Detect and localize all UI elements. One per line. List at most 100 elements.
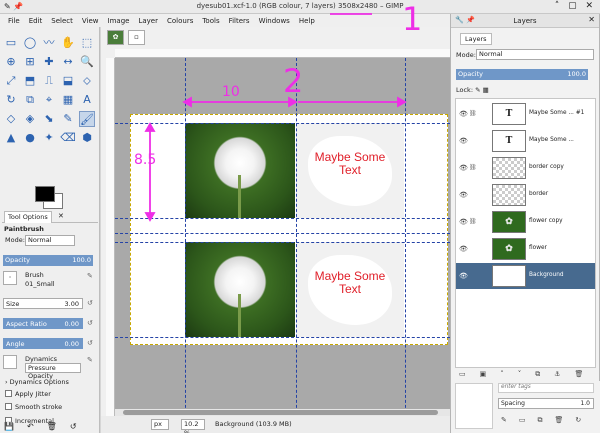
menu-select[interactable]: Select <box>51 17 73 25</box>
eye-icon[interactable]: 👁 <box>459 218 468 226</box>
restore-icon[interactable]: ↶ <box>27 422 34 433</box>
horizontal-scrollbar[interactable] <box>115 409 450 416</box>
layer-name[interactable]: Maybe Some ... <box>529 137 574 143</box>
unit-select[interactable]: px <box>151 419 169 430</box>
reset-icon[interactable]: ↺ <box>87 319 93 327</box>
lower-layer-icon[interactable]: ˅ <box>518 370 522 380</box>
spacing-spinner[interactable]: Spacing 1.0 <box>498 398 594 409</box>
guide-vertical[interactable] <box>185 58 186 423</box>
tool-button-1-icon[interactable]: ◯ <box>22 35 38 51</box>
reset-icon[interactable]: ↺ <box>87 299 93 307</box>
vertical-ruler[interactable] <box>106 58 115 423</box>
tool-button-11-icon[interactable]: ⬒ <box>22 73 38 89</box>
edit-icon[interactable]: ✎ <box>501 416 507 425</box>
duplicate-icon[interactable]: ⧉ <box>538 416 543 425</box>
menu-tools[interactable]: Tools <box>202 17 219 25</box>
tool-options-tab[interactable]: Tool Options <box>4 211 52 223</box>
tool-button-12-icon[interactable]: ⎍ <box>41 73 57 89</box>
edit-dynamics-icon[interactable]: ✎ <box>87 356 93 364</box>
opacity-slider[interactable]: Opacity 100.0 <box>3 255 93 266</box>
eye-icon[interactable]: 👁 <box>459 191 468 199</box>
menu-layer[interactable]: Layer <box>138 17 158 25</box>
eye-icon[interactable]: 👁 <box>459 110 468 118</box>
dynamics-options-expander[interactable]: › Dynamics Options <box>5 378 95 388</box>
image-tab-thumbnail[interactable]: ✿ <box>107 30 124 45</box>
layer-name[interactable]: Maybe Some ... #1 <box>529 110 584 116</box>
menu-windows[interactable]: Windows <box>259 17 290 25</box>
edit-brush-icon[interactable]: ✎ <box>87 272 93 280</box>
anchor-icon[interactable]: ⚓ <box>554 370 560 380</box>
lock-alpha-icon[interactable]: ▦ <box>483 86 489 94</box>
layer-row[interactable]: 👁 Background <box>456 263 595 289</box>
dynamics-preview-icon[interactable] <box>3 355 17 369</box>
layer-name[interactable]: flower <box>529 245 547 251</box>
tool-button-26-icon[interactable]: ● <box>22 130 38 146</box>
guide-vertical[interactable] <box>405 58 406 423</box>
foreground-color[interactable] <box>35 186 55 202</box>
delete-icon[interactable]: 🗑 <box>575 370 584 380</box>
refresh-icon[interactable]: ↻ <box>575 416 581 425</box>
tool-button-20-icon[interactable]: ◇ <box>3 111 19 127</box>
layer-name[interactable]: flower copy <box>529 218 563 224</box>
angle-spinner[interactable]: Angle 0.00 <box>3 338 83 349</box>
tool-button-29-icon[interactable]: ⬢ <box>79 130 95 146</box>
tool-button-8-icon[interactable]: ↔ <box>60 54 76 70</box>
layer-row[interactable]: 👁 ⛓ ✿ flower copy <box>456 209 595 235</box>
tool-button-14-icon[interactable]: ⬦ <box>79 73 95 89</box>
tool-button-9-icon[interactable]: 🔍 <box>79 54 95 70</box>
layer-row[interactable]: 👁 ⛓ border copy <box>456 155 595 181</box>
tool-button-15-icon[interactable]: ↻ <box>3 92 19 108</box>
tool-button-27-icon[interactable]: ✦ <box>41 130 57 146</box>
close-icon[interactable]: ✕ <box>588 15 595 24</box>
menu-help[interactable]: Help <box>299 17 315 25</box>
tool-button-13-icon[interactable]: ⬓ <box>60 73 76 89</box>
layer-row[interactable]: 👁 border <box>456 182 595 208</box>
tool-button-18-icon[interactable]: ▦ <box>60 92 76 108</box>
menu-filters[interactable]: Filters <box>229 17 250 25</box>
tool-button-4-icon[interactable]: ⬚ <box>79 35 95 51</box>
tool-button-6-icon[interactable]: ⊞ <box>22 54 38 70</box>
raise-layer-icon[interactable]: ˄ <box>500 370 504 380</box>
menu-image[interactable]: Image <box>108 17 130 25</box>
menu-edit[interactable]: Edit <box>29 17 43 25</box>
tool-button-2-icon[interactable]: 〰 <box>41 35 57 51</box>
guide-horizontal[interactable] <box>115 337 450 338</box>
chain-icon[interactable]: ⛓ <box>469 164 477 171</box>
window-controls[interactable]: ˄ ▢ ✕ <box>555 1 596 11</box>
tool-button-23-icon[interactable]: ✎ <box>60 111 76 127</box>
delete-icon[interactable]: 🗑 <box>555 416 564 425</box>
menu-colours[interactable]: Colours <box>167 17 193 25</box>
brush-preview-icon[interactable]: · <box>3 271 17 285</box>
guide-vertical[interactable] <box>296 58 297 423</box>
apply-jitter-checkbox[interactable]: Apply Jitter <box>5 390 95 400</box>
smooth-stroke-checkbox[interactable]: Smooth stroke <box>5 403 95 413</box>
zoom-select[interactable]: 10.2 % <box>181 419 205 433</box>
eye-icon[interactable]: 👁 <box>459 245 468 253</box>
tool-button-3-icon[interactable]: ✋ <box>60 35 76 51</box>
tool-button-10-icon[interactable]: ⤢ <box>3 73 19 89</box>
canvas[interactable]: Maybe Some Text Maybe Some Text <box>115 58 450 423</box>
new-group-icon[interactable]: ▣ <box>480 370 487 380</box>
guide-horizontal[interactable] <box>115 242 450 243</box>
tool-button-5-icon[interactable]: ⊕ <box>3 54 19 70</box>
layers-tab[interactable]: Layers <box>460 33 492 45</box>
chain-icon[interactable]: ⛓ <box>469 110 477 117</box>
reset-icon[interactable]: ↺ <box>70 422 77 433</box>
layer-list[interactable]: 👁 ⛓ T Maybe Some ... #1 👁 T Maybe Some ... 👁 ⛓ bo… <box>455 98 596 368</box>
layer-row[interactable]: 👁 ✿ flower <box>456 236 595 262</box>
tool-button-7-icon[interactable]: ✚ <box>41 54 57 70</box>
delete-icon[interactable]: 🗑 <box>47 422 57 433</box>
menu-file[interactable]: File <box>8 17 20 25</box>
layer-name[interactable]: border copy <box>529 164 564 170</box>
layer-opacity-slider[interactable]: Opacity 100.0 <box>456 69 588 80</box>
layer-name[interactable]: Background <box>529 272 564 278</box>
scrollbar-thumb[interactable] <box>123 410 438 415</box>
guide-horizontal[interactable] <box>115 218 450 219</box>
mode-select[interactable]: Normal <box>25 235 75 246</box>
lock-pixels-icon[interactable]: ✎ <box>475 86 483 94</box>
tool-button-25-icon[interactable]: ▲ <box>3 130 19 146</box>
size-spinner[interactable]: Size 3.00 <box>3 298 83 309</box>
new-layer-icon[interactable]: ▭ <box>459 370 466 380</box>
layer-row[interactable]: 👁 T Maybe Some ... <box>456 128 595 154</box>
tool-button-22-icon[interactable]: ⬊ <box>41 111 57 127</box>
